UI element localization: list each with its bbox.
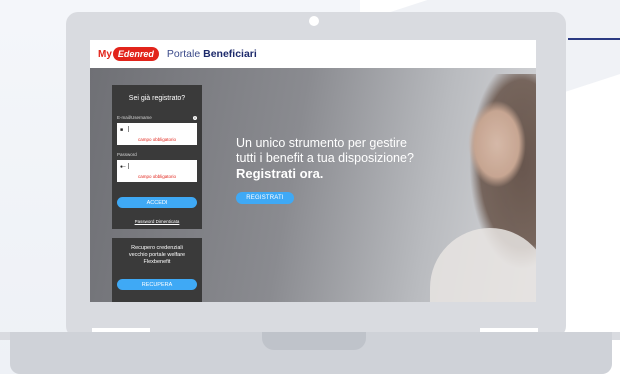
decorative-line	[568, 38, 620, 40]
email-field[interactable]: ■ campo obbligatorio	[117, 123, 197, 145]
info-icon[interactable]: i	[193, 116, 197, 120]
password-field[interactable]: ●− campo obbligatorio	[117, 160, 197, 182]
email-label: E-mail/Username	[117, 115, 152, 120]
recovery-line-2: vecchio portale welfare	[128, 252, 186, 258]
hero-line-1: Un unico strumento per gestire	[236, 136, 407, 150]
laptop-camera	[309, 16, 319, 26]
password-label: Password	[117, 152, 137, 157]
user-icon: ■	[120, 127, 124, 133]
login-panel: Sei già registrato? E-mail/Username i ■ …	[112, 85, 202, 229]
logo-edenred: Edenred	[112, 47, 159, 61]
hero-cta-headline: Registrati ora.	[236, 166, 324, 181]
login-title: Sei già registrato?	[128, 95, 186, 102]
hero-headline: Un unico strumento per gestire tutti i b…	[236, 136, 476, 181]
portal-prefix: Portale	[166, 48, 201, 60]
password-required-message: campo obbligatorio	[137, 174, 177, 179]
recover-button[interactable]: RECUPERA	[117, 279, 197, 290]
portal-name: Beneficiari	[203, 48, 257, 60]
laptop-screen: My Edenred Portale Beneficiari Un unico …	[90, 40, 536, 302]
recovery-line-3: Flexbenefit	[143, 259, 171, 265]
register-button[interactable]: REGISTRATI	[236, 192, 294, 204]
myedenred-logo[interactable]: My Edenred	[98, 40, 159, 68]
laptop-notch	[262, 332, 366, 350]
hero-line-2: tutti i benefit a tua disposizione?	[236, 151, 414, 165]
site-header: My Edenred Portale Beneficiari	[90, 40, 536, 68]
recovery-panel: Recupero credenziali vecchio portale wel…	[112, 238, 202, 302]
recovery-text: Recupero credenziali vecchio portale wel…	[117, 245, 197, 266]
logo-my: My	[98, 48, 112, 60]
login-button[interactable]: ACCEDI	[117, 197, 197, 208]
email-required-message: campo obbligatorio	[137, 137, 177, 142]
recovery-line-1: Recupero credenziali	[131, 245, 183, 251]
portal-title: Portale Beneficiari	[167, 48, 257, 60]
text-cursor	[128, 126, 129, 132]
forgot-password-link[interactable]: Password Dimenticata	[112, 219, 202, 224]
text-cursor	[128, 163, 129, 169]
key-icon: ●−	[120, 164, 126, 170]
